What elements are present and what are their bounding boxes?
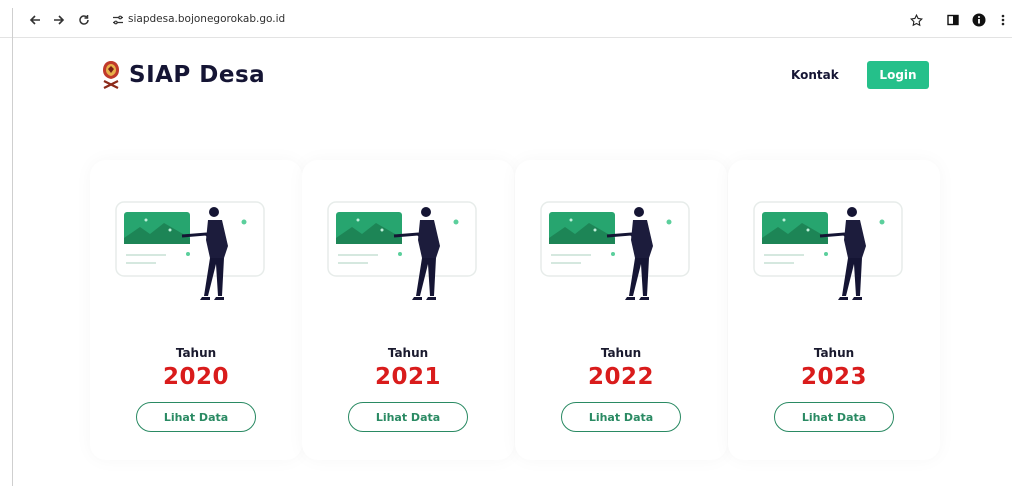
year-card-2: Tahun 2022 Lihat Data — [515, 160, 727, 460]
nav-contact-link[interactable]: Kontak — [791, 68, 839, 82]
presentation-illustration-icon — [753, 201, 903, 300]
card-label: Tahun — [813, 346, 855, 360]
browser-menu-button[interactable] — [996, 9, 1010, 31]
window-edge — [12, 8, 13, 486]
side-panel-icon — [947, 14, 959, 26]
card-year: 2023 — [800, 364, 867, 390]
view-data-button[interactable]: Lihat Data — [136, 402, 256, 432]
reload-button[interactable] — [73, 9, 95, 31]
site-logo-icon — [103, 61, 119, 89]
reload-icon — [79, 15, 89, 25]
back-button[interactable] — [24, 9, 46, 31]
view-data-button[interactable]: Lihat Data — [561, 402, 681, 432]
card-label: Tahun — [387, 346, 429, 360]
profile-button[interactable] — [968, 9, 990, 31]
card-year: 2021 — [374, 364, 441, 390]
profile-icon — [972, 13, 986, 27]
view-data-button[interactable]: Lihat Data — [348, 402, 468, 432]
forward-button[interactable] — [48, 9, 70, 31]
card-label: Tahun — [600, 346, 642, 360]
site-settings-icon — [113, 15, 123, 25]
more-icon — [1001, 14, 1005, 26]
side-panel-button[interactable] — [942, 9, 964, 31]
view-data-button[interactable]: Lihat Data — [774, 402, 894, 432]
presentation-illustration-icon — [540, 201, 690, 300]
star-icon — [909, 13, 923, 26]
card-year: 2020 — [162, 364, 229, 390]
login-button[interactable]: Login — [867, 61, 929, 89]
year-card-3: Tahun 2023 Lihat Data — [728, 160, 940, 460]
arrow-right-icon — [54, 15, 65, 25]
site-title: SIAP Desa — [129, 62, 266, 88]
year-card-0: Tahun 2020 Lihat Data — [90, 160, 302, 460]
card-label: Tahun — [175, 346, 217, 360]
bookmark-button[interactable] — [905, 9, 927, 31]
address-bar-url[interactable]: siapdesa.bojonegorokab.go.id — [128, 13, 285, 25]
arrow-left-icon — [29, 15, 40, 25]
site-settings-button[interactable] — [107, 9, 129, 31]
year-card-1: Tahun 2021 Lihat Data — [302, 160, 514, 460]
presentation-illustration-icon — [115, 201, 265, 300]
browser-toolbar: siapdesa.bojonegorokab.go.id — [0, 0, 1012, 38]
card-year: 2022 — [587, 364, 654, 390]
presentation-illustration-icon — [327, 201, 477, 300]
